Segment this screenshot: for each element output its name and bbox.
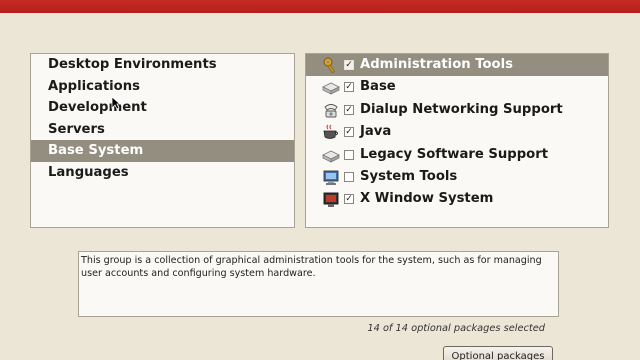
group-item-desktop-environments[interactable]: Desktop Environments — [31, 54, 294, 76]
group-item-languages[interactable]: Languages — [31, 162, 294, 184]
group-item-base-system[interactable]: Base System — [31, 140, 294, 162]
selection-status: 14 of 14 optional packages selected — [367, 323, 545, 334]
package-item-x-window-system[interactable]: ✓ X Window System — [306, 188, 608, 210]
mouse-cursor-icon — [111, 95, 122, 110]
group-item-servers[interactable]: Servers — [31, 119, 294, 141]
package-label: Legacy Software Support — [360, 146, 549, 162]
drive-icon — [322, 79, 340, 96]
package-item-java[interactable]: ✓ Java — [306, 121, 608, 143]
coffee-cup-icon — [322, 124, 340, 141]
optional-packages-button[interactable]: Optional packages — [443, 346, 553, 360]
package-checkbox[interactable]: ✓ — [344, 82, 354, 93]
package-item-legacy-software[interactable]: Legacy Software Support — [306, 144, 608, 166]
package-label: Administration Tools — [360, 57, 513, 72]
package-checkbox[interactable]: ✓ — [344, 127, 354, 138]
package-label: X Window System — [360, 191, 494, 207]
keys-icon — [322, 57, 340, 74]
group-description: This group is a collection of graphical … — [78, 251, 559, 317]
group-list: Desktop Environments Applications Develo… — [30, 53, 295, 228]
package-checkbox[interactable] — [344, 171, 354, 182]
package-checkbox[interactable]: ✓ — [344, 104, 354, 115]
package-item-dialup-networking[interactable]: ✓ Dialup Networking Support — [306, 99, 608, 121]
x-window-icon — [322, 191, 340, 208]
package-item-administration-tools[interactable]: ✓ Administration Tools — [306, 54, 608, 77]
header-bar — [0, 0, 640, 13]
package-label: System Tools — [360, 168, 458, 184]
package-checkbox[interactable]: ✓ — [344, 60, 354, 70]
group-item-applications[interactable]: Applications — [31, 76, 294, 98]
package-label: Base — [360, 79, 396, 95]
package-item-base[interactable]: ✓ Base — [306, 76, 608, 98]
phone-icon — [322, 102, 340, 119]
monitor-icon — [322, 169, 340, 186]
package-checkbox[interactable] — [344, 149, 354, 160]
group-item-development[interactable]: Development — [31, 97, 294, 119]
drive-icon — [322, 147, 340, 164]
package-list: ✓ Administration Tools ✓ Base ✓ Dialup N… — [305, 53, 609, 228]
package-item-system-tools[interactable]: System Tools — [306, 166, 608, 188]
package-checkbox[interactable]: ✓ — [344, 194, 354, 205]
package-label: Dialup Networking Support — [360, 101, 563, 117]
package-label: Java — [360, 124, 392, 140]
